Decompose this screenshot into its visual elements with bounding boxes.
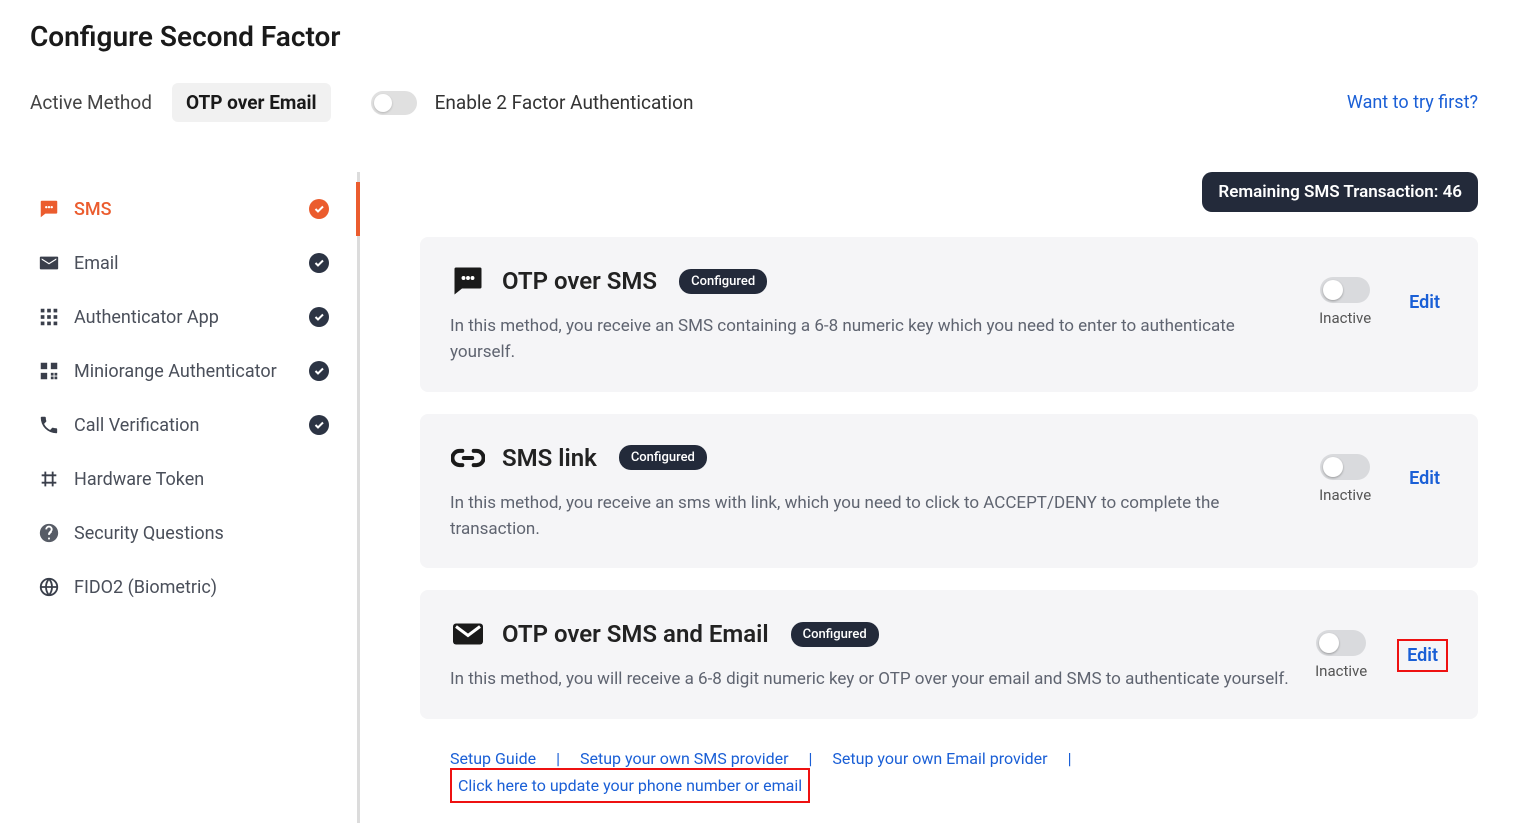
card-description: In this method, you receive an sms with … xyxy=(450,490,1299,543)
sidebar-item-security-questions[interactable]: Security Questions xyxy=(20,506,357,560)
divider: | xyxy=(809,749,813,768)
status-toggle[interactable] xyxy=(1316,630,1366,656)
active-method-label: Active Method xyxy=(30,91,152,114)
question-icon xyxy=(38,522,60,544)
footer-links: Setup Guide | Setup your own SMS provide… xyxy=(420,741,1478,823)
check-icon xyxy=(309,253,329,273)
email-icon xyxy=(450,616,486,652)
status-toggle[interactable] xyxy=(1320,454,1370,480)
check-icon xyxy=(309,199,329,219)
header-row: Active Method OTP over Email Enable 2 Fa… xyxy=(30,83,1498,122)
sms-icon xyxy=(450,263,486,299)
grid-icon xyxy=(38,306,60,328)
sidebar-item-label: SMS xyxy=(74,199,112,220)
divider: | xyxy=(1068,749,1072,768)
sidebar-item-label: Call Verification xyxy=(74,415,199,436)
sidebar-item-label: Authenticator App xyxy=(74,307,219,328)
sidebar-item-fido2-biometric-[interactable]: FIDO2 (Biometric) xyxy=(20,560,357,614)
globe-icon xyxy=(38,576,60,598)
sidebar-item-label: Hardware Token xyxy=(74,469,204,490)
sidebar-item-call-verification[interactable]: Call Verification xyxy=(20,398,357,452)
page-title: Configure Second Factor xyxy=(30,20,1498,53)
configured-badge: Configured xyxy=(679,269,767,294)
status-label: Inactive xyxy=(1319,486,1371,504)
sms-icon xyxy=(38,198,60,220)
try-first-link[interactable]: Want to try first? xyxy=(1347,92,1478,113)
enable-2fa-label: Enable 2 Factor Authentication xyxy=(435,91,1347,114)
edit-button[interactable]: Edit xyxy=(1397,639,1448,672)
sidebar-item-miniorange-authenticator[interactable]: Miniorange Authenticator xyxy=(20,344,357,398)
edit-button[interactable]: Edit xyxy=(1401,464,1448,493)
main-content: Remaining SMS Transaction: 46 OTP over S… xyxy=(360,172,1498,823)
sidebar-item-sms[interactable]: SMS xyxy=(20,182,357,236)
sidebar: SMS Email Authenticator App Miniorange Auth… xyxy=(20,172,360,823)
sidebar-item-email[interactable]: Email xyxy=(20,236,357,290)
card-description: In this method, you receive an SMS conta… xyxy=(450,313,1299,366)
check-icon xyxy=(309,307,329,327)
divider: | xyxy=(556,749,560,768)
sidebar-item-label: Security Questions xyxy=(74,523,224,544)
remaining-sms-badge: Remaining SMS Transaction: 46 xyxy=(1202,172,1478,212)
setup-guide-link[interactable]: Setup Guide xyxy=(450,749,536,768)
card-title: OTP over SMS xyxy=(502,267,657,295)
method-card-otp-over-sms-and-email: OTP over SMS and Email Configured In this … xyxy=(420,590,1478,718)
sidebar-item-label: FIDO2 (Biometric) xyxy=(74,577,217,598)
phone-icon xyxy=(38,414,60,436)
method-card-sms-link: SMS link Configured In this method, you re… xyxy=(420,414,1478,569)
active-method-value: OTP over Email xyxy=(172,83,331,122)
configured-badge: Configured xyxy=(619,445,707,470)
enable-2fa-toggle[interactable] xyxy=(371,91,417,115)
status-toggle[interactable] xyxy=(1320,277,1370,303)
sidebar-item-label: Email xyxy=(74,253,119,274)
card-title: SMS link xyxy=(502,444,597,472)
update-phone-email-link[interactable]: Click here to update your phone number o… xyxy=(450,768,810,803)
setup-email-provider-link[interactable]: Setup your own Email provider xyxy=(832,749,1047,768)
token-icon xyxy=(38,468,60,490)
email-icon xyxy=(38,252,60,274)
link-icon xyxy=(450,440,486,476)
edit-button[interactable]: Edit xyxy=(1401,288,1448,317)
sidebar-item-label: Miniorange Authenticator xyxy=(74,361,277,382)
setup-sms-provider-link[interactable]: Setup your own SMS provider xyxy=(580,749,789,768)
card-description: In this method, you will receive a 6-8 d… xyxy=(450,666,1295,692)
status-label: Inactive xyxy=(1319,309,1371,327)
sidebar-item-authenticator-app[interactable]: Authenticator App xyxy=(20,290,357,344)
status-label: Inactive xyxy=(1315,662,1367,680)
configured-badge: Configured xyxy=(791,622,879,647)
qr-icon xyxy=(38,360,60,382)
check-icon xyxy=(309,415,329,435)
check-icon xyxy=(309,361,329,381)
card-title: OTP over SMS and Email xyxy=(502,620,769,648)
method-card-otp-over-sms: OTP over SMS Configured In this method, yo… xyxy=(420,237,1478,392)
sidebar-item-hardware-token[interactable]: Hardware Token xyxy=(20,452,357,506)
